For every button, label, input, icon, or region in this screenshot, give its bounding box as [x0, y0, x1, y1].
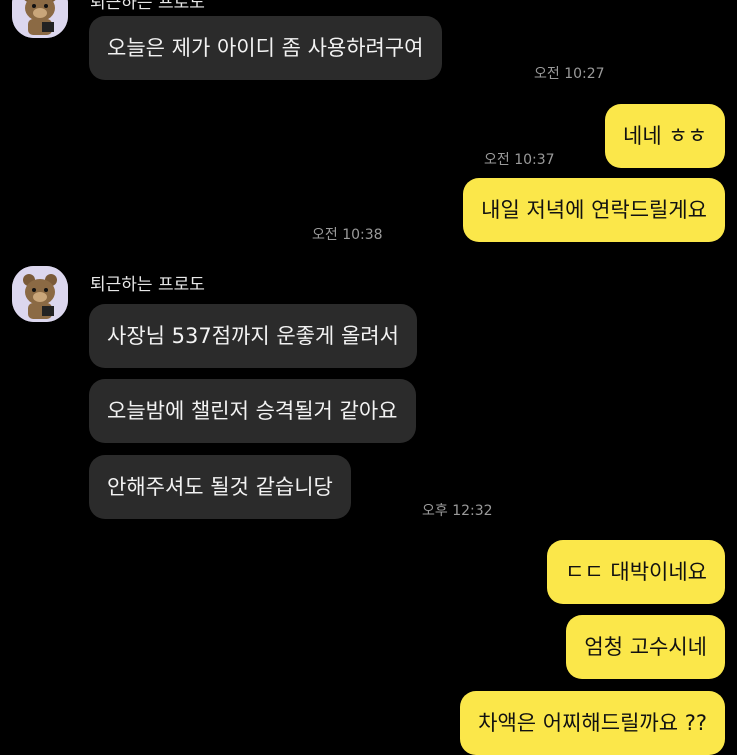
- message-bubble-outgoing[interactable]: 차액은 어찌해드릴까요 ??: [460, 691, 725, 755]
- message-text: 네네 ㅎㅎ: [623, 123, 707, 148]
- sender-avatar[interactable]: [12, 266, 68, 322]
- message-time: 오전 10:38: [312, 227, 383, 243]
- message-text: 안해주셔도 될것 같습니당: [107, 474, 333, 499]
- message-bubble-outgoing[interactable]: 엄청 고수시네: [566, 615, 725, 679]
- message-text: 엄청 고수시네: [584, 634, 707, 659]
- sender-name-top: 퇴근하는 프로도: [90, 0, 205, 13]
- message-bubble-incoming[interactable]: 오늘밤에 챌린저 승격될거 같아요: [89, 379, 416, 443]
- message-bubble-incoming[interactable]: 오늘은 제가 아이디 좀 사용하려구여: [89, 16, 442, 80]
- message-text: 오늘은 제가 아이디 좀 사용하려구여: [107, 35, 424, 60]
- message-time: 오후 12:32: [422, 503, 493, 519]
- message-bubble-outgoing[interactable]: ㄷㄷ 대박이네요: [547, 540, 725, 604]
- message-text: ㄷㄷ 대박이네요: [565, 559, 707, 584]
- message-text: 오늘밤에 챌린저 승격될거 같아요: [107, 398, 398, 423]
- sender-avatar-top[interactable]: [12, 0, 68, 38]
- message-text: 차액은 어찌해드릴까요 ??: [478, 710, 707, 735]
- message-bubble-incoming[interactable]: 안해주셔도 될것 같습니당: [89, 455, 351, 519]
- message-time: 오전 10:27: [534, 66, 605, 82]
- message-text: 내일 저녁에 연락드릴게요: [481, 197, 707, 222]
- bear-avatar-icon: [12, 0, 68, 38]
- message-bubble-outgoing[interactable]: 내일 저녁에 연락드릴게요: [463, 178, 725, 242]
- message-time: 오전 10:37: [484, 152, 555, 168]
- message-bubble-incoming[interactable]: 사장님 537점까지 운좋게 올려서: [89, 304, 417, 368]
- message-text: 사장님 537점까지 운좋게 올려서: [107, 323, 399, 348]
- message-bubble-outgoing[interactable]: 네네 ㅎㅎ: [605, 104, 725, 168]
- bear-avatar-icon: [12, 266, 68, 322]
- sender-name: 퇴근하는 프로도: [90, 275, 205, 295]
